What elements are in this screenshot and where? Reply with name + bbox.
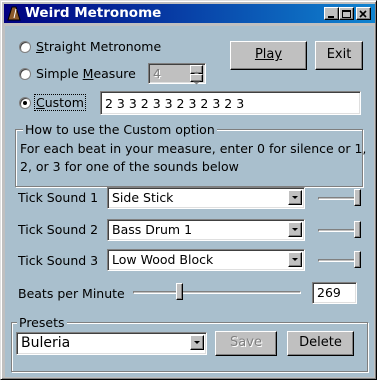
mnemonic-m: M <box>82 66 94 81</box>
chevron-down-icon[interactable] <box>288 252 302 267</box>
bpm-slider-track[interactable] <box>133 291 301 294</box>
simple-label-rest: easure <box>93 66 136 81</box>
bpm-slider-thumb[interactable] <box>176 283 183 300</box>
mnemonic-s: S <box>36 39 44 54</box>
play-button[interactable]: Play <box>230 41 307 70</box>
save-button[interactable]: Save <box>215 331 277 356</box>
radio-custom-label[interactable]: Custom <box>34 94 86 111</box>
delete-button[interactable]: Delete <box>287 331 354 356</box>
bpm-input[interactable]: 269 <box>312 282 357 304</box>
presets-value: Buleria <box>21 335 71 351</box>
tick-sound-3-volume-thumb[interactable] <box>354 251 361 268</box>
radio-selected-dot <box>23 101 27 105</box>
tick-sound-1-volume-thumb[interactable] <box>354 189 361 206</box>
straight-label-rest: traight Metronome <box>43 39 162 54</box>
close-icon <box>359 10 367 18</box>
title-bar[interactable]: Weird Metronome <box>4 4 375 23</box>
metronome-icon <box>7 6 21 21</box>
tick-sound-2-label: Tick Sound 2 <box>18 222 99 237</box>
tick-sound-2-value: Bass Drum 1 <box>112 222 193 237</box>
radio-straight-metronome-label[interactable]: Straight Metronome <box>36 39 161 54</box>
radio-simple-measure-label[interactable]: Simple Measure <box>36 66 136 81</box>
client-area: Straight Metronome Simple Measure 4 Cust… <box>5 26 374 377</box>
tick-sound-1-label: Tick Sound 1 <box>18 190 99 205</box>
custom-pattern-input[interactable]: 2 3 3 2 3 3 2 3 2 3 2 3 <box>100 91 361 115</box>
presets-title: Presets <box>17 315 67 330</box>
simple-label-first: Simple <box>36 66 83 81</box>
chevron-down-icon[interactable] <box>190 335 204 350</box>
tick-sound-1-dropdown[interactable]: Side Stick <box>107 187 305 209</box>
spin-down-icon <box>193 81 200 85</box>
close-button[interactable] <box>356 7 371 20</box>
window-title: Weird Metronome <box>25 5 162 21</box>
minimize-button[interactable] <box>324 7 339 20</box>
minimize-icon <box>328 16 334 18</box>
chevron-down-icon[interactable] <box>288 190 302 205</box>
tick-sound-3-value: Low Wood Block <box>112 252 214 267</box>
tick-sound-1-value: Side Stick <box>112 190 174 205</box>
bpm-value: 269 <box>317 285 341 300</box>
radio-straight-metronome[interactable] <box>19 41 31 53</box>
chevron-down-icon[interactable] <box>288 222 302 237</box>
presets-dropdown[interactable]: Buleria <box>16 332 207 355</box>
app-window: Weird Metronome Straight Metronome Simpl… <box>0 0 377 380</box>
radio-custom[interactable] <box>19 97 31 109</box>
exit-label: Exit <box>326 47 352 62</box>
radio-simple-measure[interactable] <box>19 68 31 80</box>
measure-value: 4 <box>153 66 161 81</box>
maximize-icon <box>342 10 351 18</box>
help-text-line2: 2, or 3 for one of the sounds below <box>20 159 239 174</box>
bpm-label: Beats per Minute <box>18 286 125 301</box>
custom-label-rest: ustom <box>44 95 84 110</box>
exit-button[interactable]: Exit <box>315 41 363 70</box>
play-label: Play <box>254 47 283 62</box>
tick-sound-2-dropdown[interactable]: Bass Drum 1 <box>107 219 305 241</box>
help-text-line1: For each beat in your measure, enter 0 f… <box>20 141 367 156</box>
delete-label: Delete <box>299 335 342 350</box>
spin-up-button[interactable] <box>190 65 203 75</box>
spin-down-button[interactable] <box>190 74 203 85</box>
save-label: Save <box>230 335 262 350</box>
tick-sound-3-dropdown[interactable]: Low Wood Block <box>107 249 305 271</box>
measure-spinner[interactable]: 4 <box>148 63 206 85</box>
tick-sound-3-label: Tick Sound 3 <box>18 253 99 268</box>
mnemonic-c: C <box>36 95 45 110</box>
custom-pattern-value: 2 3 3 2 3 3 2 3 2 3 2 3 <box>105 96 245 111</box>
help-title: How to use the Custom option <box>23 122 217 137</box>
help-group <box>15 129 363 187</box>
maximize-button[interactable] <box>339 7 354 20</box>
tick-sound-2-volume-thumb[interactable] <box>354 221 361 238</box>
